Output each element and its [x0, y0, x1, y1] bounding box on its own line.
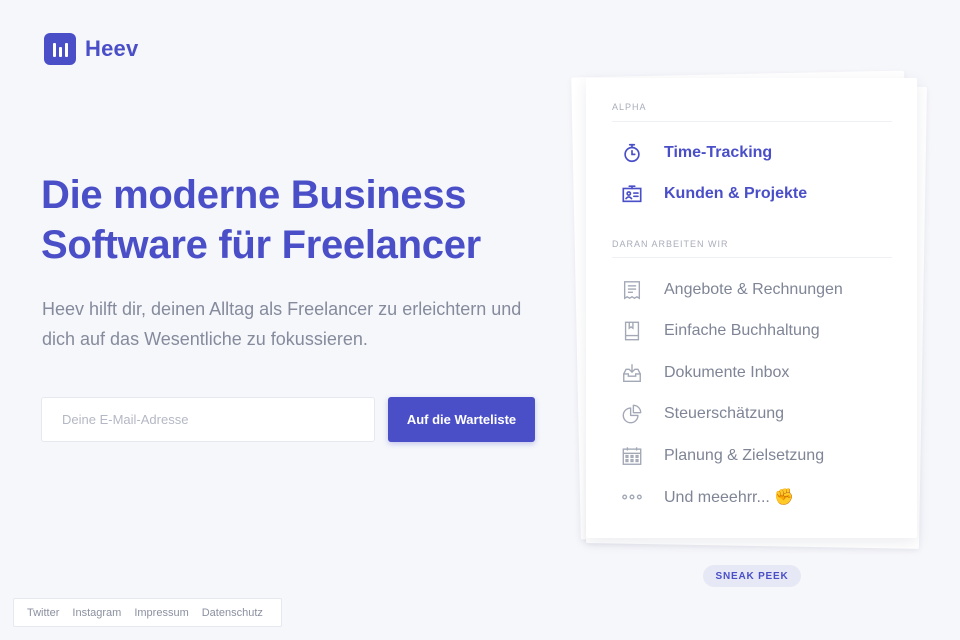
stopwatch-icon	[620, 141, 644, 165]
feature-item-label: Kunden & Projekte	[664, 185, 808, 202]
feature-item-buchhaltung: Einfache Buchhaltung	[620, 319, 820, 343]
footer-link-impressum[interactable]: Impressum	[134, 607, 188, 619]
feature-item-label: Und meeehrr... ✊	[664, 489, 795, 506]
brand-name: Heev	[85, 36, 139, 61]
feature-item-label: Planung & Zielsetzung	[664, 447, 825, 464]
feature-item-steuer: Steuerschätzung	[620, 402, 784, 426]
alpha-section-label: ALPHA	[612, 102, 647, 112]
footer-link-datenschutz[interactable]: Datenschutz	[202, 607, 263, 619]
feature-item-label: Einfache Buchhaltung	[664, 322, 820, 339]
receipt-icon	[620, 278, 644, 302]
feature-item-label: Time-Tracking	[664, 144, 773, 161]
book-icon	[620, 319, 644, 343]
divider	[612, 257, 892, 258]
hero-subline: Heev hilft dir, deinen Alltag als Freela…	[42, 294, 542, 354]
waitlist-button[interactable]: Auf die Warteliste	[388, 397, 535, 442]
feature-item-label: Angebote & Rechnungen	[664, 281, 843, 298]
brand-logo[interactable]: Heev	[44, 33, 138, 65]
feature-item-angebote: Angebote & Rechnungen	[620, 278, 843, 302]
logo-bars-icon	[44, 33, 76, 65]
email-input[interactable]	[41, 397, 375, 442]
footer-link-instagram[interactable]: Instagram	[72, 607, 121, 619]
feature-item-time-tracking: Time-Tracking	[620, 141, 772, 165]
sneak-peek-badge: SNEAK PEEK	[703, 565, 801, 587]
pie-chart-icon	[620, 402, 644, 426]
feature-item-kunden-projekte: Kunden & Projekte	[620, 182, 807, 206]
divider	[612, 121, 892, 122]
calendar-icon	[620, 444, 644, 468]
feature-item-dokumente: Dokumente Inbox	[620, 361, 789, 385]
feature-item-label: Steuerschätzung	[664, 405, 785, 422]
subline-line-1: Heev hilft dir, deinen Alltag als Freela…	[42, 299, 522, 319]
feature-item-planung: Planung & Zielsetzung	[620, 444, 824, 468]
inbox-download-icon	[620, 361, 644, 385]
subline-line-2: dich auf das Wesentliche zu fokussieren.	[42, 329, 368, 349]
contact-card-icon	[620, 182, 644, 206]
feature-item-more: Und meeehrr... ✊	[620, 485, 794, 509]
more-dots-icon	[620, 485, 644, 509]
feature-item-label: Dokumente Inbox	[664, 364, 790, 381]
hero-headline: Die moderne Business Software für Freela…	[41, 170, 561, 270]
footer-link-twitter[interactable]: Twitter	[27, 607, 59, 619]
wip-section-label: DARAN ARBEITEN WIR	[612, 239, 729, 249]
feature-card: ALPHA Time-Tracking Kunden & Projekte DA…	[586, 78, 917, 538]
footer-nav: Twitter Instagram Impressum Datenschutz	[13, 598, 282, 627]
headline-line-2: Software für Freelancer	[41, 223, 481, 267]
headline-line-1: Die moderne Business	[41, 173, 467, 217]
